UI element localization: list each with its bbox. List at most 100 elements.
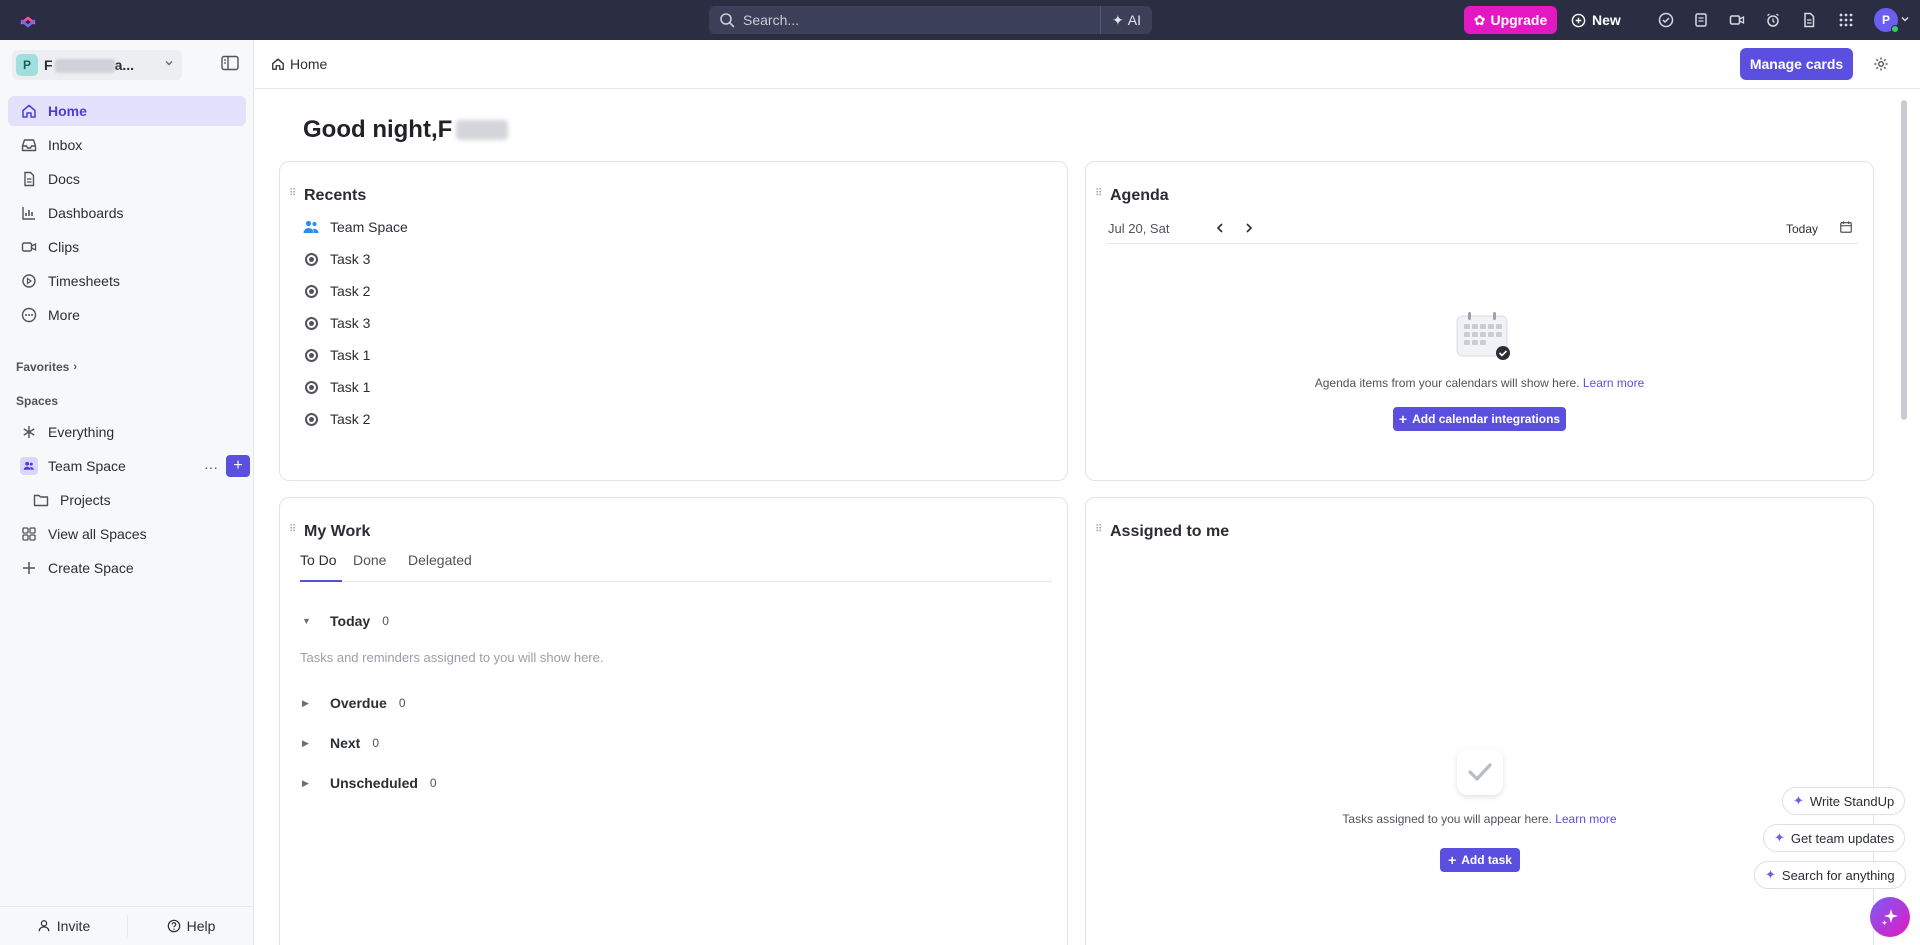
task-status-icon (302, 252, 320, 266)
chevron-right-icon[interactable] (1242, 221, 1256, 235)
chevron-right-icon: › (73, 361, 78, 373)
sidebar-item-dashboards[interactable]: Dashboards (8, 198, 246, 228)
notepad-icon[interactable] (1691, 10, 1711, 30)
sidebar-item-view-all-spaces[interactable]: View all Spaces (8, 519, 246, 549)
sidebar-item-inbox[interactable]: Inbox (8, 130, 246, 160)
upgrade-button[interactable]: ✿ Upgrade (1464, 6, 1557, 34)
card-title: My Work (304, 523, 371, 540)
sidebar-item-label: Team Space (48, 458, 126, 474)
new-button[interactable]: New (1571, 6, 1621, 34)
task-group-today[interactable]: ▼ Today 0 (302, 609, 389, 633)
task-group-unscheduled[interactable]: ▶ Unscheduled 0 (302, 771, 437, 795)
get-team-updates-button[interactable]: ✦ Get team updates (1763, 824, 1906, 852)
home-icon (20, 103, 38, 119)
user-icon (38, 920, 50, 932)
list-item-label: Team Space (330, 219, 408, 235)
sidebar-toggle-icon[interactable] (221, 55, 239, 71)
breadcrumb[interactable]: Home (271, 56, 327, 72)
list-item[interactable]: Task 1 (302, 339, 370, 371)
task-status-icon (302, 316, 320, 330)
caret-right-icon: ▶ (302, 697, 309, 708)
add-task-button[interactable]: + Add task (1440, 848, 1520, 872)
help-button[interactable]: Help (127, 915, 254, 937)
sidebar-item-home[interactable]: Home (8, 96, 246, 126)
tab-delegated[interactable]: Delegated (408, 552, 472, 582)
search-bar[interactable]: Search... ✦ AI (709, 6, 1152, 34)
my-work-card: ⠿ My Work To Do Done Delegated ▼ Today 0… (279, 497, 1068, 945)
greeting-text: Good night, (303, 116, 438, 143)
alarm-icon[interactable] (1763, 10, 1783, 30)
today-button[interactable]: Today (1786, 222, 1818, 236)
checkmark-illustration-icon (1457, 749, 1503, 795)
learn-more-link[interactable]: Learn more (1555, 812, 1616, 826)
sidebar-item-clips[interactable]: Clips (8, 232, 246, 262)
sidebar-item-timesheets[interactable]: Timesheets (8, 266, 246, 296)
add-to-space-button[interactable]: + (226, 455, 250, 477)
drag-handle-icon[interactable]: ⠿ (289, 188, 296, 199)
ai-assistant-button[interactable] (1870, 897, 1910, 937)
task-group-next[interactable]: ▶ Next 0 (302, 731, 379, 755)
list-item[interactable]: Team Space (302, 211, 408, 243)
favorites-label: Favorites (16, 360, 70, 374)
check-circle-icon[interactable] (1656, 10, 1676, 30)
tab-to-do[interactable]: To Do (300, 552, 342, 582)
list-item[interactable]: Task 2 (302, 403, 370, 435)
folder-icon (32, 492, 50, 508)
sidebar-item-create-space[interactable]: Create Space (8, 553, 246, 583)
add-calendar-integrations-button[interactable]: + Add calendar integrations (1393, 407, 1566, 431)
group-label: Overdue (330, 695, 387, 711)
calendar-illustration-icon (1456, 312, 1510, 360)
drag-handle-icon[interactable]: ⠿ (1095, 524, 1102, 535)
drag-handle-icon[interactable]: ⠿ (289, 524, 296, 535)
workspace-name-suffix: a... (114, 56, 135, 73)
sidebar-item-projects[interactable]: Projects (20, 485, 246, 515)
list-item[interactable]: Task 3 (302, 243, 370, 275)
group-label: Today (330, 613, 371, 629)
sidebar-item-label: Inbox (48, 137, 83, 153)
home-icon (272, 58, 284, 70)
list-item[interactable]: Task 3 (302, 307, 370, 339)
calendar-icon[interactable] (1839, 220, 1853, 234)
recents-card: ⠿ Recents Team Space Task 3 Task 2 Task … (279, 161, 1068, 481)
list-item[interactable]: Task 2 (302, 275, 370, 307)
learn-more-link[interactable]: Learn more (1583, 376, 1644, 390)
list-item[interactable]: Task 1 (302, 371, 370, 403)
drag-handle-icon[interactable]: ⠿ (1095, 188, 1102, 199)
more-icon (20, 307, 38, 323)
card-title: Agenda (1110, 187, 1169, 204)
chevron-left-icon[interactable] (1213, 221, 1227, 235)
sidebar-item-docs[interactable]: Docs (8, 164, 246, 194)
list-item-label: Task 2 (330, 283, 371, 299)
sidebar-item-everything[interactable]: Everything (8, 417, 246, 447)
clickup-logo-icon[interactable] (18, 10, 38, 30)
group-label: Unscheduled (330, 775, 418, 791)
apps-grid-icon[interactable] (1836, 10, 1856, 30)
redacted-text (54, 59, 115, 74)
sidebar-item-label: Projects (60, 492, 111, 508)
plus-icon: + (1448, 852, 1457, 868)
sidebar-item-more[interactable]: More (8, 300, 246, 330)
agenda-empty-text: Agenda items from your calendars will sh… (1086, 376, 1873, 390)
page-scrollbar[interactable] (1901, 100, 1907, 420)
more-options-icon[interactable]: ··· (204, 459, 218, 475)
workspace-switcher[interactable]: P Fa... (12, 50, 182, 80)
favorites-header[interactable]: Favorites › (16, 360, 77, 374)
manage-cards-button[interactable]: Manage cards (1740, 48, 1853, 80)
team-icon (302, 220, 320, 234)
caret-right-icon: ▶ (302, 737, 309, 748)
list-item-label: Task 3 (330, 315, 371, 331)
sidebar-item-label: Docs (48, 171, 80, 187)
tab-done[interactable]: Done (353, 552, 386, 582)
document-icon[interactable] (1799, 10, 1819, 30)
agenda-empty-message: Agenda items from your calendars will sh… (1314, 376, 1583, 390)
sidebar-item-team-space[interactable]: Team Space ··· + (8, 451, 250, 481)
task-group-overdue[interactable]: ▶ Overdue 0 (302, 691, 406, 715)
user-avatar[interactable]: P (1874, 8, 1899, 33)
write-standup-button[interactable]: ✦ Write StandUp (1782, 787, 1906, 815)
search-for-anything-button[interactable]: ✦ Search for anything (1754, 861, 1906, 889)
invite-button[interactable]: Invite (0, 918, 127, 934)
chevron-down-icon[interactable] (1900, 14, 1910, 24)
ai-button[interactable]: ✦ AI (1100, 6, 1152, 34)
gear-icon[interactable] (1873, 56, 1889, 72)
video-icon[interactable] (1727, 10, 1747, 30)
